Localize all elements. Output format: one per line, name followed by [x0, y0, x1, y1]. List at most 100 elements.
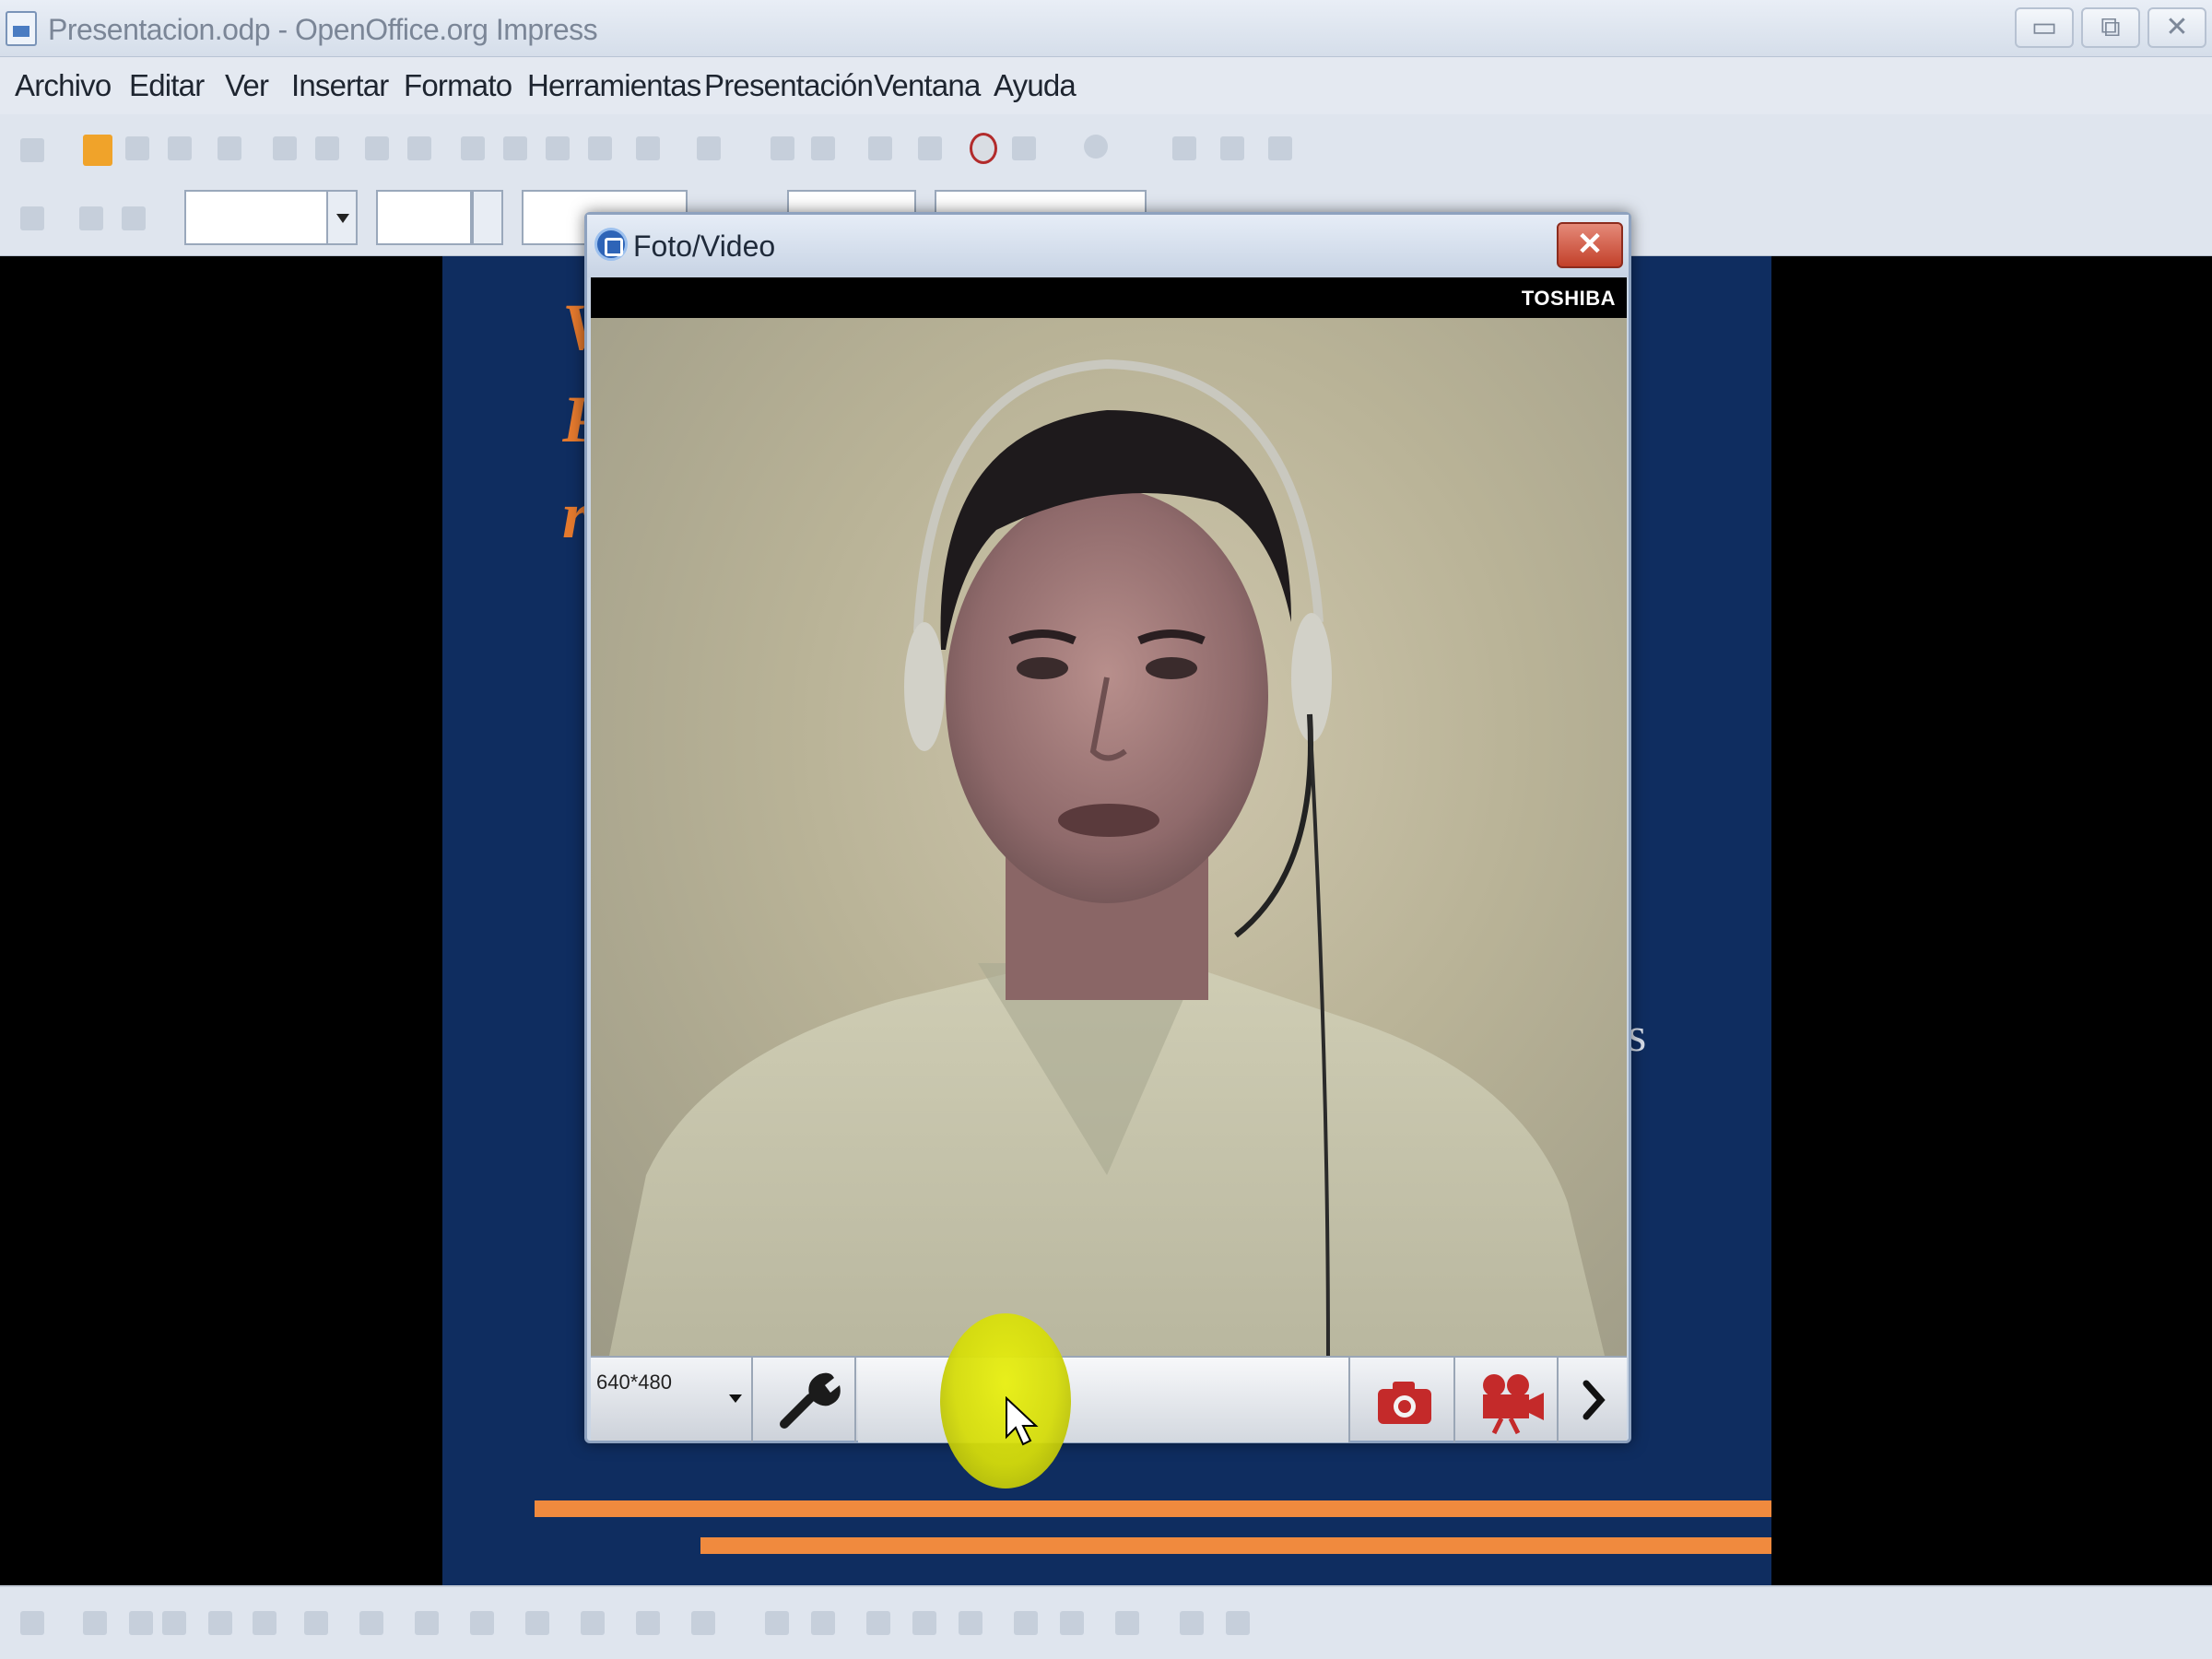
impress-app-icon — [6, 11, 37, 46]
arrow-tool-icon[interactable] — [129, 1611, 153, 1635]
glue-points-icon[interactable] — [811, 1611, 835, 1635]
video-camera-icon — [1483, 1374, 1544, 1435]
menu-insertar[interactable]: Insertar — [291, 68, 389, 103]
edit-file-icon[interactable] — [168, 136, 192, 160]
select-icon[interactable] — [20, 1611, 44, 1635]
window-title: Presentacion.odp - OpenOffice.org Impres… — [48, 13, 598, 46]
menu-ventana[interactable]: Ventana — [874, 68, 981, 103]
drawing-toolbar — [0, 1585, 2212, 1659]
format-paintbrush-icon[interactable] — [588, 136, 612, 160]
print-preview-icon[interactable] — [315, 136, 339, 160]
chevron-down-icon — [729, 1394, 742, 1403]
undo-icon[interactable] — [636, 136, 660, 160]
extrusion-icon[interactable] — [1180, 1611, 1204, 1635]
restore-button[interactable]: ⧉ — [2081, 7, 2140, 48]
autospell-icon[interactable] — [407, 136, 431, 160]
redo-icon[interactable] — [697, 136, 721, 160]
from-file-icon[interactable] — [912, 1611, 936, 1635]
fontwork-icon[interactable] — [866, 1611, 890, 1635]
menu-herramientas[interactable]: Herramientas — [527, 68, 701, 103]
standard-toolbar — [0, 114, 2212, 184]
display-grid-icon[interactable] — [868, 136, 892, 160]
symbol-shapes-icon[interactable] — [470, 1611, 494, 1635]
cut-icon[interactable] — [461, 136, 485, 160]
table-icon[interactable] — [811, 136, 835, 160]
camera-icon — [1378, 1382, 1431, 1424]
navigator-icon[interactable] — [970, 133, 997, 164]
webcam-person-image — [609, 359, 1605, 1356]
menu-editar[interactable]: Editar — [129, 68, 205, 103]
arrow-style-icon[interactable] — [122, 206, 146, 230]
menu-bar: Archivo Editar Ver Insertar Formato Herr… — [0, 57, 2212, 114]
rotate-icon[interactable] — [1014, 1611, 1038, 1635]
basic-shapes-icon[interactable] — [415, 1611, 439, 1635]
stars-icon[interactable] — [691, 1611, 715, 1635]
title-bar: Presentacion.odp - OpenOffice.org Impres… — [0, 0, 2212, 57]
menu-formato[interactable]: Formato — [404, 68, 512, 103]
line-style-icon[interactable] — [20, 206, 44, 230]
interaction-icon[interactable] — [1226, 1611, 1250, 1635]
paste-icon[interactable] — [546, 136, 570, 160]
connector-tool-icon[interactable] — [359, 1611, 383, 1635]
callouts-icon[interactable] — [636, 1611, 660, 1635]
webcam-controls: 640*480 — [591, 1356, 1627, 1442]
chevron-right-icon — [1583, 1380, 1606, 1420]
text-tool-icon[interactable] — [253, 1611, 276, 1635]
slide-design-icon[interactable] — [1220, 136, 1244, 160]
new-document-icon[interactable] — [20, 138, 44, 162]
chart-icon[interactable] — [771, 136, 794, 160]
help-icon[interactable] — [1084, 135, 1108, 159]
menu-presentacion[interactable]: Presentación — [704, 68, 874, 103]
zoom-slider[interactable] — [858, 1358, 1350, 1442]
line-color-icon[interactable] — [79, 206, 103, 230]
brand-bar: TOSHIBA — [591, 277, 1627, 318]
points-icon[interactable] — [765, 1611, 789, 1635]
block-arrows-icon[interactable] — [525, 1611, 549, 1635]
mouse-cursor-icon — [1006, 1396, 1039, 1446]
curve-tool-icon[interactable] — [304, 1611, 328, 1635]
minimize-button[interactable]: ▭ — [2015, 7, 2074, 48]
print-icon[interactable] — [273, 136, 297, 160]
save-icon[interactable] — [125, 136, 149, 160]
ellipse-tool-icon[interactable] — [208, 1611, 232, 1635]
slide-decor-line-2 — [700, 1537, 1771, 1554]
line-width-field[interactable] — [376, 190, 472, 245]
open-folder-icon[interactable] — [83, 135, 112, 166]
menu-ver[interactable]: Ver — [225, 68, 269, 103]
openoffice-impress-window: Presentacion.odp - OpenOffice.org Impres… — [0, 0, 2212, 1659]
resolution-value: 640*480 — [596, 1371, 672, 1394]
menu-archivo[interactable]: Archivo — [15, 68, 112, 103]
rectangle-tool-icon[interactable] — [162, 1611, 186, 1635]
copy-icon[interactable] — [503, 136, 527, 160]
line-style-dropdown[interactable] — [326, 190, 358, 245]
camera-app-icon — [594, 228, 628, 261]
take-photo-button[interactable] — [1352, 1358, 1455, 1442]
gallery-icon[interactable] — [1012, 136, 1036, 160]
arrange-icon[interactable] — [1115, 1611, 1139, 1635]
slide-rename-icon[interactable] — [1268, 136, 1292, 160]
gallery-tool-icon[interactable] — [959, 1611, 982, 1635]
dialog-title: Foto/Video — [633, 229, 776, 263]
webcam-preview — [591, 318, 1627, 1356]
record-video-button[interactable] — [1457, 1358, 1559, 1442]
alignment-icon[interactable] — [1060, 1611, 1084, 1635]
export-icon[interactable] — [218, 136, 241, 160]
flowchart-icon[interactable] — [581, 1611, 605, 1635]
resolution-select[interactable]: 640*480 — [591, 1358, 753, 1442]
slide-layout-icon[interactable] — [1172, 136, 1196, 160]
wrench-icon — [780, 1372, 841, 1429]
spellcheck-icon[interactable] — [365, 136, 389, 160]
close-window-button[interactable]: ✕ — [2147, 7, 2206, 48]
line-tool-icon[interactable] — [83, 1611, 107, 1635]
more-options-button[interactable] — [1560, 1358, 1627, 1442]
slide-decor-line-1 — [535, 1500, 1771, 1517]
menu-ayuda[interactable]: Ayuda — [994, 68, 1077, 103]
slide-show-icon[interactable] — [918, 136, 942, 160]
brand-logo: TOSHIBA — [1521, 287, 1616, 310]
line-width-spinner[interactable] — [472, 190, 503, 245]
foto-video-dialog: Foto/Video ✕ TOSHIBA 640*480 — [584, 212, 1631, 1443]
dialog-title-bar[interactable]: Foto/Video ✕ — [587, 215, 1629, 277]
settings-button[interactable] — [755, 1358, 856, 1442]
line-style-field[interactable] — [184, 190, 330, 245]
dialog-close-button[interactable]: ✕ — [1557, 222, 1623, 268]
